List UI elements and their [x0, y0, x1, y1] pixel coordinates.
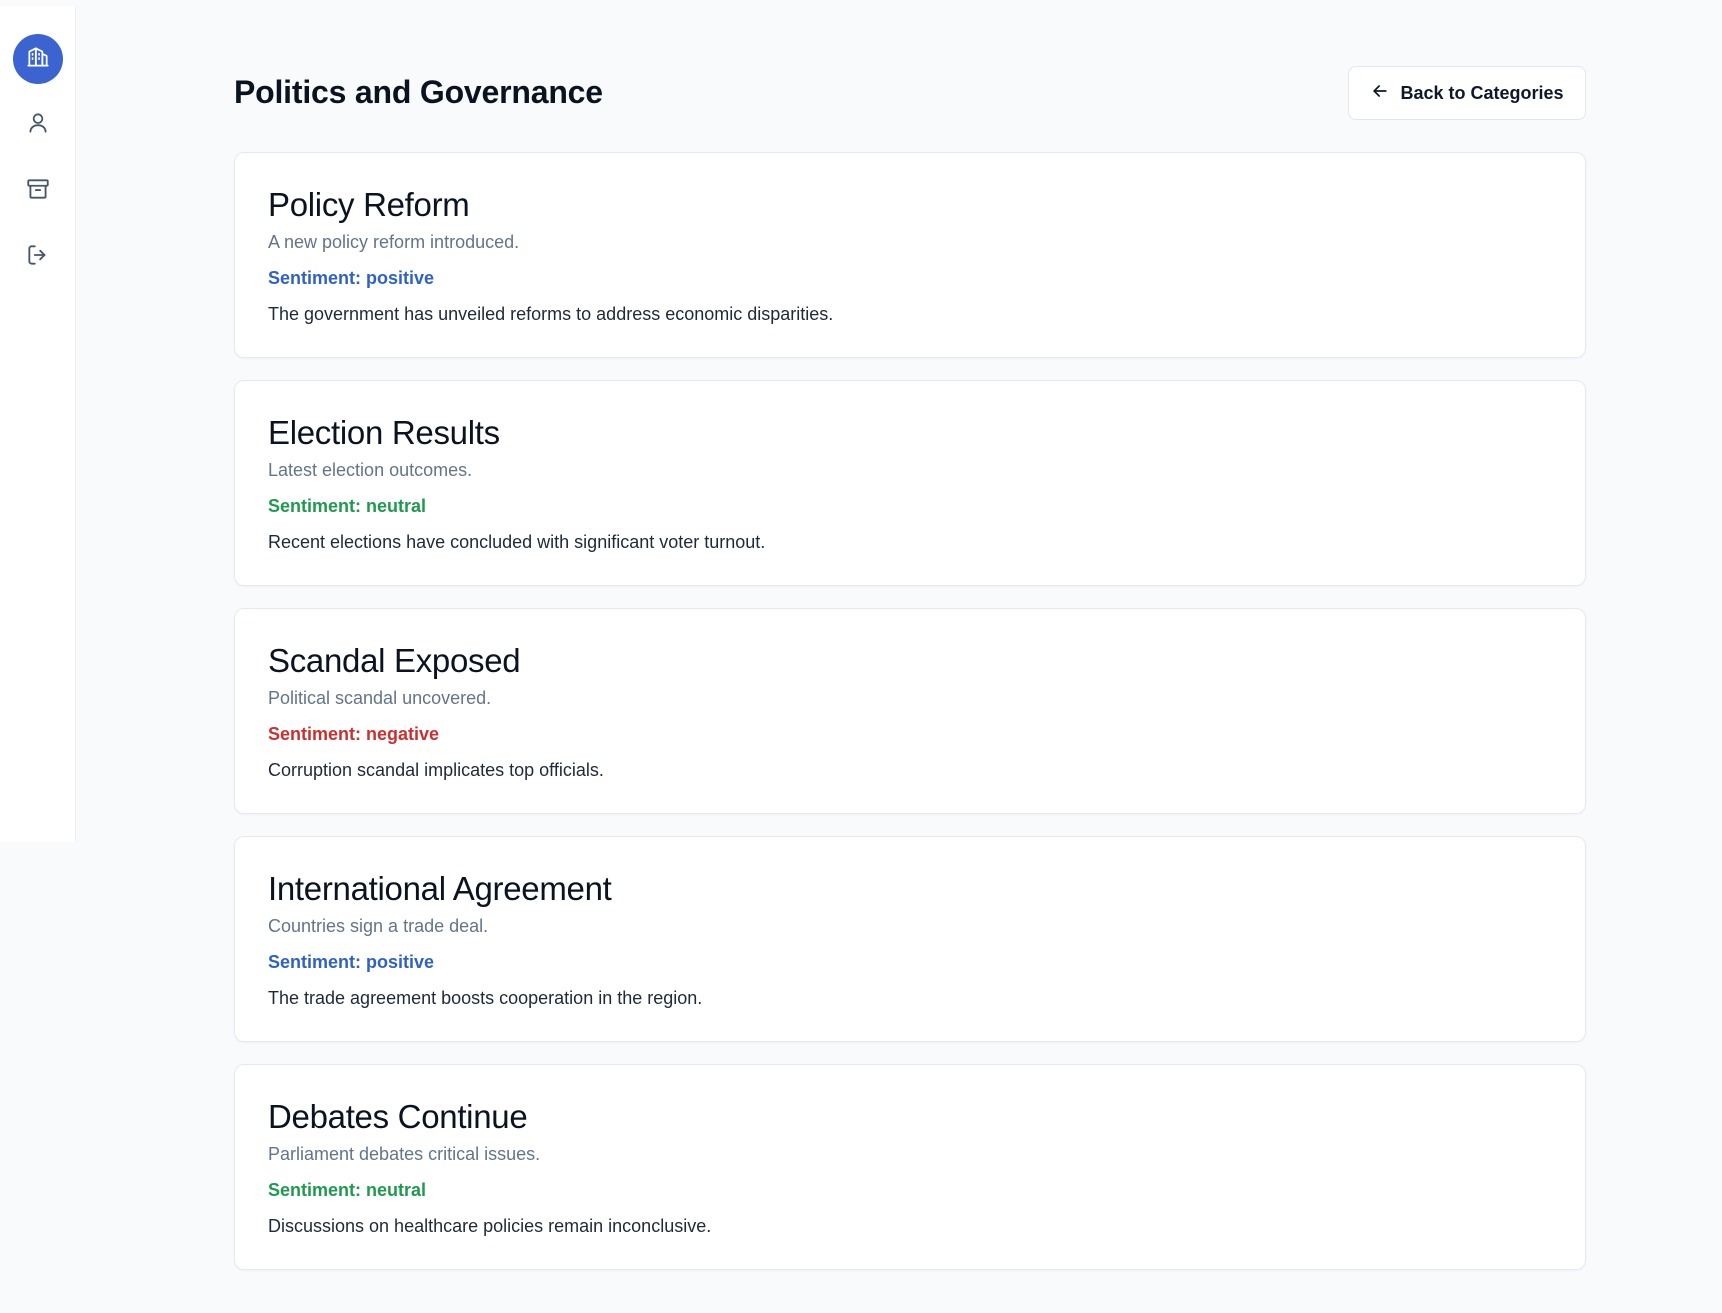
- user-icon: [25, 110, 51, 141]
- article-body: The government has unveiled reforms to a…: [268, 304, 834, 324]
- sidebar-item-archive[interactable]: [13, 166, 63, 216]
- sidebar-item-profile[interactable]: [13, 100, 63, 150]
- arrow-left-icon: [1370, 81, 1390, 106]
- article-body: Recent elections have concluded with sig…: [268, 532, 766, 552]
- sidebar: [0, 6, 76, 842]
- article-title: International Agreement: [268, 870, 612, 907]
- page-title: Politics and Governance: [234, 74, 603, 110]
- article-body: Corruption scandal implicates top offici…: [268, 760, 604, 780]
- article-subtitle: Countries sign a trade deal.: [268, 916, 489, 936]
- sidebar-item-logout[interactable]: [13, 232, 63, 282]
- article-body: Discussions on healthcare policies remai…: [268, 1216, 712, 1236]
- article-title: Policy Reform: [268, 186, 470, 223]
- article-card[interactable]: Policy Reform A new policy reform introd…: [234, 152, 1586, 358]
- article-card[interactable]: International Agreement Countries sign a…: [234, 836, 1586, 1042]
- sentiment-label: Sentiment: negative: [268, 724, 440, 744]
- article-subtitle: A new policy reform introduced.: [268, 232, 520, 252]
- sidebar-item-home[interactable]: [12, 34, 63, 84]
- article-subtitle: Latest election outcomes.: [268, 460, 473, 480]
- page-header: Politics and Governance Back to Categori…: [234, 0, 1586, 152]
- article-subtitle: Political scandal uncovered.: [268, 688, 492, 708]
- article-card[interactable]: Election Results Latest election outcome…: [234, 380, 1586, 586]
- article-title: Scandal Exposed: [268, 642, 521, 679]
- archive-icon: [25, 176, 51, 207]
- sentiment-label: Sentiment: positive: [268, 952, 435, 972]
- article-list: Policy Reform A new policy reform introd…: [234, 152, 1586, 1270]
- back-to-categories-button[interactable]: Back to Categories: [1348, 66, 1586, 120]
- sentiment-label: Sentiment: positive: [268, 268, 435, 288]
- sentiment-label: Sentiment: neutral: [268, 496, 427, 516]
- article-title: Election Results: [268, 414, 500, 451]
- building-icon: [25, 44, 51, 75]
- article-body: The trade agreement boosts cooperation i…: [268, 988, 703, 1008]
- article-card[interactable]: Debates Continue Parliament debates crit…: [234, 1064, 1586, 1270]
- article-card[interactable]: Scandal Exposed Political scandal uncove…: [234, 608, 1586, 814]
- back-button-label: Back to Categories: [1400, 82, 1564, 103]
- sentiment-label: Sentiment: neutral: [268, 1180, 427, 1200]
- article-title: Debates Continue: [268, 1098, 528, 1135]
- article-subtitle: Parliament debates critical issues.: [268, 1144, 541, 1164]
- logout-icon: [25, 242, 51, 273]
- main-content: Politics and Governance Back to Categori…: [234, 0, 1586, 1292]
